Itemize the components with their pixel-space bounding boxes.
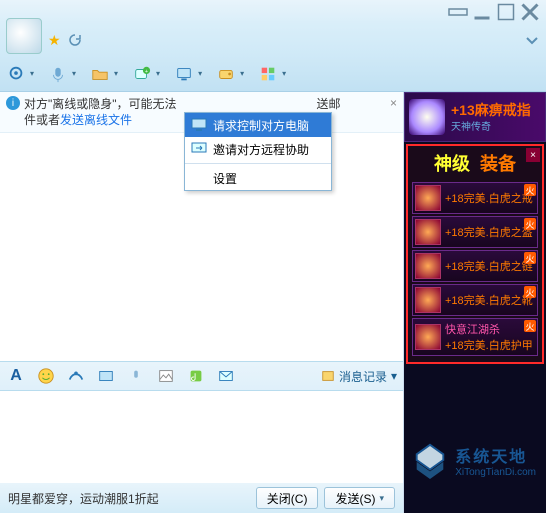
- monitor-arrow-icon: [191, 141, 207, 157]
- star-icon[interactable]: ★: [48, 32, 61, 49]
- equip-thumb: [415, 219, 441, 245]
- apps-icon[interactable]: [258, 64, 278, 84]
- watermark-logo-icon: [411, 441, 449, 479]
- folder-icon[interactable]: [90, 64, 110, 84]
- history-icon: [321, 369, 335, 383]
- mail-icon[interactable]: [216, 366, 236, 386]
- equip-thumb: [415, 324, 441, 350]
- send-dropdown-icon[interactable]: ▾: [379, 493, 384, 504]
- main-toolbar: ▾ ▾ ▾ + ▾ ▾ ▾ ▾: [0, 56, 546, 92]
- equip-subline: 快意江湖杀: [445, 321, 533, 337]
- equip-panel: × 神级 装备 +18完美.白虎之戒火 +18完美.白虎之盔火 +18完美.白虎…: [406, 144, 544, 364]
- equip-thumb: [415, 185, 441, 211]
- message-history-button[interactable]: 消息记录 ▾: [321, 368, 397, 385]
- wallet-icon[interactable]: [216, 64, 236, 84]
- fire-badge: 火: [524, 320, 536, 332]
- emoji-icon[interactable]: [36, 366, 56, 386]
- bottom-bar: 明星都爱穿，运动潮服1折起 关闭(C) 发送(S) ▾: [0, 483, 403, 513]
- toolbar-dropdown-icon[interactable]: ▾: [30, 69, 34, 78]
- menu-item-label: 设置: [213, 170, 237, 187]
- voice-msg-icon[interactable]: [126, 366, 146, 386]
- blank-icon: [191, 170, 207, 186]
- toolbar-dropdown-icon[interactable]: ▾: [282, 69, 286, 78]
- add-contact-icon[interactable]: +: [132, 64, 152, 84]
- close-button[interactable]: 关闭(C): [256, 487, 319, 509]
- equip-label: +18完美.白虎之链: [445, 258, 533, 274]
- equip-label: +18完美.白虎之靴: [445, 292, 533, 308]
- title-bar: [0, 0, 546, 24]
- fire-badge: 火: [524, 286, 536, 298]
- music-icon[interactable]: [186, 366, 206, 386]
- fire-badge: 火: [524, 252, 536, 264]
- equip-item[interactable]: 快意江湖杀+18完美.白虎护甲 火: [412, 318, 538, 356]
- menu-item-label: 邀请对方远程协助: [213, 141, 309, 158]
- window-tool-icon[interactable]: [446, 3, 470, 21]
- ad-top-title: +13麻痹戒指: [451, 102, 531, 118]
- remote-context-menu: 请求控制对方电脑 邀请对方远程协助 设置: [184, 112, 332, 191]
- equip-item[interactable]: +18完美.白虎之戒火: [412, 182, 538, 214]
- equip-label: +18完美.白虎护甲: [445, 337, 533, 353]
- fire-badge: 火: [524, 218, 536, 230]
- panel-title-a: 神级: [434, 150, 470, 176]
- editor-toolbar: A 消息记录 ▾: [0, 361, 403, 391]
- menu-item-label: 请求控制对方电脑: [213, 117, 309, 134]
- menu-settings[interactable]: 设置: [185, 166, 331, 190]
- message-input[interactable]: [0, 391, 403, 483]
- menu-invite-remote[interactable]: 邀请对方远程协助: [185, 137, 331, 161]
- equip-thumb: [415, 287, 441, 313]
- equip-label: +18完美.白虎之盔: [445, 224, 533, 240]
- notice-close-icon[interactable]: ×: [390, 96, 397, 110]
- toolbar-dropdown-icon[interactable]: ▾: [72, 69, 76, 78]
- panel-close-icon[interactable]: ×: [526, 148, 540, 162]
- notice-line2-before: 件或者: [24, 113, 60, 127]
- send-offline-file-link[interactable]: 发送离线文件: [60, 113, 132, 127]
- close-icon[interactable]: [518, 3, 542, 21]
- font-icon[interactable]: A: [6, 366, 26, 386]
- history-dropdown-icon: ▾: [391, 369, 397, 383]
- watermark: 系统天地 XiTongTianDi.com: [411, 441, 536, 479]
- gif-icon[interactable]: [66, 366, 86, 386]
- menu-request-control[interactable]: 请求控制对方电脑: [185, 113, 331, 137]
- image-icon[interactable]: [156, 366, 176, 386]
- notice-tail: 送邮: [317, 97, 341, 111]
- panel-title: 神级 装备: [408, 146, 542, 180]
- equip-item[interactable]: +18完美.白虎之盔火: [412, 216, 538, 248]
- svg-text:+: +: [145, 69, 148, 75]
- avatar[interactable]: [6, 18, 42, 54]
- minimize-icon[interactable]: [470, 3, 494, 21]
- maximize-icon[interactable]: [494, 3, 518, 21]
- webcam-icon[interactable]: [6, 64, 26, 84]
- equip-label: +18完美.白虎之戒: [445, 190, 533, 206]
- ring-icon: [409, 99, 445, 135]
- equip-item[interactable]: +18完美.白虎之链火: [412, 250, 538, 282]
- panel-title-b: 装备: [480, 150, 516, 176]
- watermark-url: XiTongTianDi.com: [455, 467, 536, 478]
- notice-line1: 对方"离线或隐身"，可能无法: [24, 97, 177, 111]
- chevron-down-icon[interactable]: [524, 32, 540, 48]
- monitor-icon: [191, 117, 207, 133]
- watermark-title: 系统天地: [455, 443, 536, 467]
- chat-header: ★: [0, 24, 546, 56]
- ad-top-sub: 天神传奇: [451, 118, 531, 133]
- equip-thumb: [415, 253, 441, 279]
- microphone-icon[interactable]: [48, 64, 68, 84]
- remote-icon[interactable]: [174, 64, 194, 84]
- menu-separator: [185, 163, 331, 164]
- fire-badge: 火: [524, 184, 536, 196]
- toolbar-dropdown-icon[interactable]: ▾: [114, 69, 118, 78]
- ad-top-banner[interactable]: +13麻痹戒指 天神传奇: [404, 92, 546, 142]
- equip-item[interactable]: +18完美.白虎之靴火: [412, 284, 538, 316]
- send-button[interactable]: 发送(S) ▾: [324, 487, 395, 509]
- refresh-icon[interactable]: [67, 32, 83, 48]
- toolbar-dropdown-icon[interactable]: ▾: [156, 69, 160, 78]
- screenshot-icon[interactable]: [96, 366, 116, 386]
- send-button-label: 发送(S): [335, 490, 375, 507]
- info-icon: i: [6, 96, 20, 110]
- bottom-tip-link[interactable]: 明星都爱穿，运动潮服1折起: [8, 490, 159, 507]
- message-history-label: 消息记录: [339, 368, 387, 385]
- toolbar-dropdown-icon[interactable]: ▾: [240, 69, 244, 78]
- toolbar-dropdown-icon[interactable]: ▾: [198, 69, 202, 78]
- close-button-label: 关闭(C): [267, 490, 308, 507]
